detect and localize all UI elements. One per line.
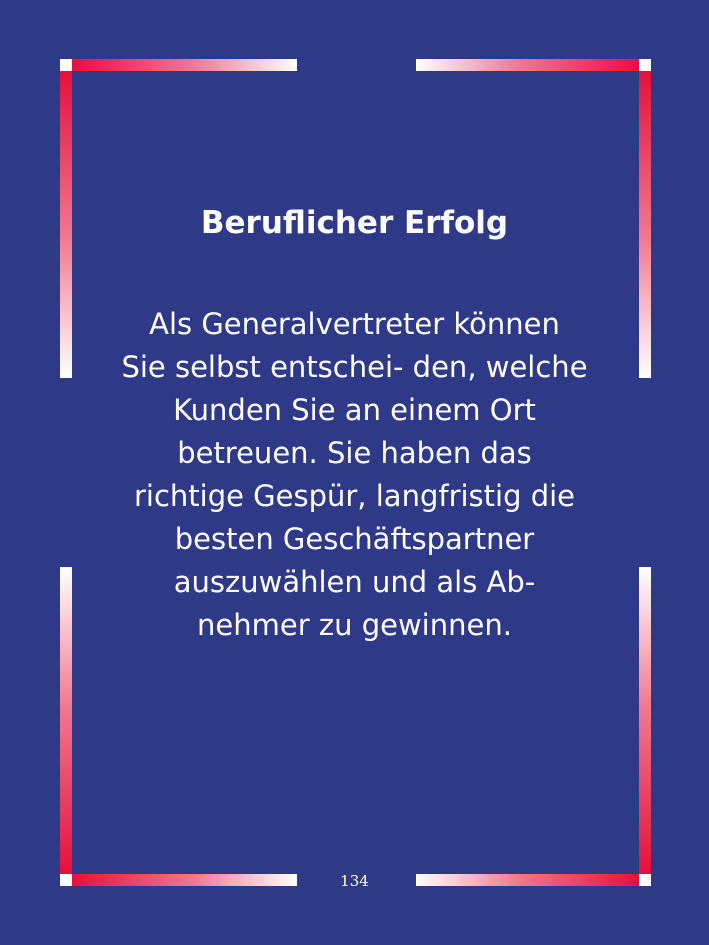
page: Beruflicher Erfolg Als Generalvertreter …: [0, 0, 709, 945]
frame-corner-top-left: [60, 59, 72, 71]
frame-top-right-bar: [416, 59, 639, 71]
frame-corner-top-right: [639, 59, 651, 71]
frame-top-left-bar: [72, 59, 297, 71]
body-paragraph: Als Generalvertreter können Sie selbst e…: [121, 307, 588, 642]
frame-right-lower-bar: [639, 567, 651, 874]
page-title: Beruflicher Erfolg: [200, 205, 509, 241]
page-number: 134: [340, 872, 369, 890]
frame-left-lower-bar: [60, 567, 72, 874]
